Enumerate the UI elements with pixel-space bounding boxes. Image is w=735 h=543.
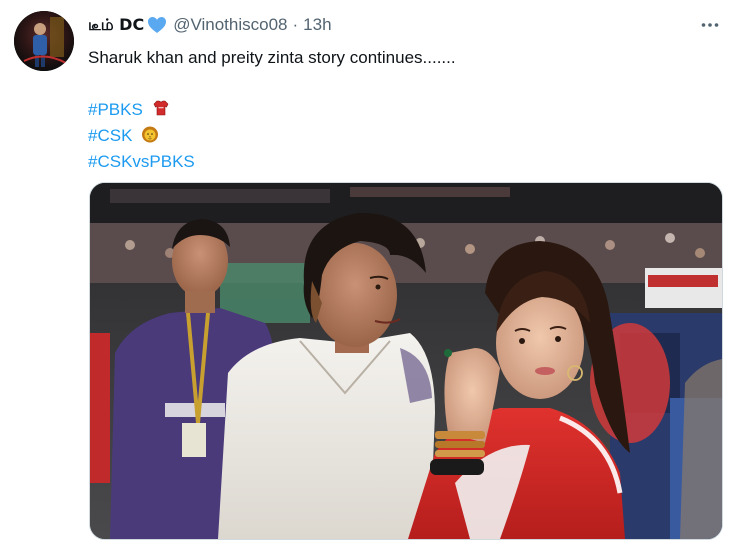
separator-dot: · xyxy=(292,15,299,34)
more-horizontal-icon xyxy=(701,23,719,27)
tweet-card: டீம் DC @Vinothisco08 · 13h Sharuk khan … xyxy=(0,0,735,543)
red-jersey-emoji xyxy=(152,99,170,125)
author-avatar[interactable] xyxy=(14,11,74,71)
photo-content xyxy=(90,183,722,539)
tweet-header: டீம் DC @Vinothisco08 · 13h xyxy=(88,13,332,37)
blue-heart-icon xyxy=(147,16,167,34)
author-display-name[interactable]: டீம் DC xyxy=(88,15,144,36)
hashtag-csk[interactable]: #CSK xyxy=(88,126,132,145)
tweet-body: Sharuk khan and preity zinta story conti… xyxy=(88,45,456,175)
tweet-photo[interactable] xyxy=(89,182,723,540)
more-options-button[interactable] xyxy=(695,10,725,40)
hashtag-pbks[interactable]: #PBKS xyxy=(88,100,143,119)
author-handle[interactable]: @Vinothisco08 xyxy=(173,15,287,35)
avatar-photo xyxy=(14,11,74,71)
hashtag-cskvspbks[interactable]: #CSKvsPBKS xyxy=(88,152,195,171)
tweet-timestamp[interactable]: 13h xyxy=(303,15,331,35)
tweet-text: Sharuk khan and preity zinta story conti… xyxy=(88,48,456,67)
lion-emoji xyxy=(141,125,159,151)
